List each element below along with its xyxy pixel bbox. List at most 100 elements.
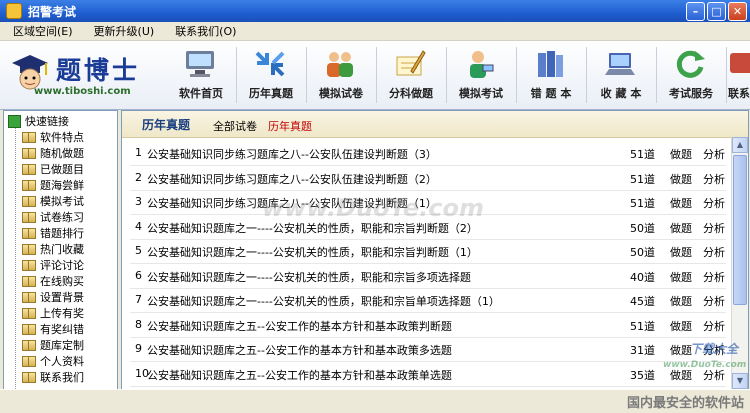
row-count: 31道 — [630, 344, 655, 357]
sidebar-item-label: 软件特点 — [40, 131, 84, 144]
toolbar-home-button[interactable]: 软件首页 — [166, 41, 236, 109]
title-bar: 招警考试 – □ ✕ — [0, 0, 750, 22]
sidebar-item-custom-bank[interactable]: 题库定制 — [22, 337, 84, 353]
table-row: 8 公安基础知识题库之五--公安工作的基本方针和基本政策判断题 51道 做题 分… — [130, 313, 726, 338]
scroll-up-icon[interactable]: ▲ — [732, 137, 748, 153]
row-number: 9 — [135, 342, 142, 355]
exam-list-panel: 历年真题 全部试卷 历年真题 1 公安基础知识同步练习题库之八--公安队伍建设判… — [121, 110, 749, 390]
sidebar-item-sample[interactable]: 题海尝鲜 — [22, 177, 84, 193]
books-icon — [538, 51, 563, 77]
sidebar-item-label: 评论讨论 — [40, 259, 84, 272]
table-row: 10 公安基础知识题库之五--公安工作的基本方针和基本政策单选题 35道 做题 … — [130, 362, 726, 387]
book-icon — [22, 275, 36, 287]
row-count: 45道 — [630, 295, 655, 308]
contact-icon — [730, 53, 750, 73]
row-title: 公安基础知识题库之五--公安工作的基本方针和基本政策多选题 — [147, 344, 452, 357]
toolbar-mock-paper-button[interactable]: 模拟试卷 — [306, 41, 376, 109]
do-exercise-link[interactable]: 做题 — [670, 293, 692, 309]
do-exercise-link[interactable]: 做题 — [670, 367, 692, 383]
sidebar-item-done[interactable]: 已做题目 — [22, 161, 84, 177]
row-count: 40道 — [630, 270, 655, 284]
sidebar-item-hot-favorites[interactable]: 热门收藏 — [22, 241, 84, 257]
book-icon — [22, 243, 36, 255]
sidebar-item-features[interactable]: 软件特点 — [22, 129, 84, 145]
vertical-scrollbar[interactable]: ▲ ▼ — [731, 137, 748, 389]
toolbar-wrong-book-button[interactable]: 错 题 本 — [516, 41, 586, 109]
sidebar-item-buy[interactable]: 在线购买 — [22, 273, 84, 289]
menu-contact[interactable]: 联系我们(O) — [162, 23, 244, 39]
minimize-button[interactable]: – — [686, 2, 705, 21]
row-count: 51道 — [630, 172, 655, 186]
toolbar-wrong-book-label: 错 题 本 — [530, 87, 572, 100]
do-exercise-link[interactable]: 做题 — [670, 244, 692, 260]
maximize-button[interactable]: □ — [707, 2, 726, 21]
sidebar-item-comments[interactable]: 评论讨论 — [22, 257, 84, 273]
row-count: 51道 — [630, 148, 655, 161]
sidebar-item-error-report[interactable]: 有奖纠错 — [22, 321, 84, 337]
sidebar-item-paper-practice[interactable]: 试卷练习 — [22, 209, 84, 225]
row-number: 6 — [135, 268, 142, 282]
sidebar-root-quick-links[interactable]: 快速链接 — [8, 113, 69, 129]
analyze-link[interactable]: 分析 — [703, 244, 725, 260]
person-icon — [470, 51, 494, 78]
row-number: 1 — [135, 146, 142, 159]
row-title: 公安基础知识题库之五--公安工作的基本方针和基本政策判断题 — [147, 319, 452, 333]
scroll-thumb[interactable] — [733, 155, 747, 305]
toolbar-home-label: 软件首页 — [179, 87, 223, 100]
analyze-link[interactable]: 分析 — [703, 293, 725, 309]
close-button[interactable]: ✕ — [728, 2, 747, 21]
sidebar-item-contact[interactable]: 联系我们 — [22, 369, 84, 385]
do-exercise-link[interactable]: 做题 — [670, 342, 692, 358]
analyze-link[interactable]: 分析 — [703, 342, 725, 358]
row-number: 5 — [135, 244, 142, 257]
sidebar-item-upload[interactable]: 上传有奖 — [22, 305, 84, 321]
analyze-link[interactable]: 分析 — [703, 318, 725, 334]
row-count: 50道 — [630, 246, 655, 259]
table-row: 1 公安基础知识同步练习题库之八--公安队伍建设判断题（3） 51道 做题 分析 — [130, 141, 726, 166]
analyze-link[interactable]: 分析 — [703, 146, 725, 162]
analyze-link[interactable]: 分析 — [703, 269, 725, 285]
do-exercise-link[interactable]: 做题 — [670, 171, 692, 187]
toolbar-mock-exam-label: 模拟考试 — [459, 87, 503, 100]
do-exercise-link[interactable]: 做题 — [670, 269, 692, 285]
panel-title: 历年真题 — [142, 118, 191, 132]
analyze-link[interactable]: 分析 — [703, 195, 725, 211]
toolbar-mock-exam-button[interactable]: 模拟考试 — [446, 41, 516, 109]
do-exercise-link[interactable]: 做题 — [670, 220, 692, 236]
analyze-link[interactable]: 分析 — [703, 367, 725, 383]
sidebar-item-label: 个人资料 — [40, 355, 84, 368]
toolbar: 题博士 www.tiboshi.com 软件首页 历年真题 模拟试卷 分科做题 … — [0, 41, 750, 110]
sidebar-item-background[interactable]: 设置背景 — [22, 289, 84, 305]
status-bar: 国内最安全的软件站 — [0, 389, 750, 413]
content-area: 快速链接 软件特点 随机做题 已做题目 题海尝鲜 模拟考试 试卷练习 错题排行 … — [0, 110, 750, 390]
toolbar-past-exams-label: 历年真题 — [249, 87, 293, 100]
all-papers-link[interactable]: 全部试卷 — [213, 118, 257, 134]
scroll-down-icon[interactable]: ▼ — [732, 373, 748, 389]
table-row: 3 公安基础知识同步练习题库之八--公安队伍建设判断题（1） 51道 做题 分析 — [130, 190, 726, 215]
users-icon — [327, 52, 353, 77]
analyze-link[interactable]: 分析 — [703, 171, 725, 187]
toolbar-past-exams-button[interactable]: 历年真题 — [236, 41, 306, 109]
toolbar-exam-service-button[interactable]: 考试服务 — [656, 41, 726, 109]
sidebar-item-wrong-ranking[interactable]: 错题排行 — [22, 225, 84, 241]
menu-update[interactable]: 更新升级(U) — [81, 23, 163, 39]
toolbar-favorites-button[interactable]: 收 藏 本 — [586, 41, 656, 109]
book-icon — [22, 131, 36, 143]
sidebar-item-random[interactable]: 随机做题 — [22, 145, 84, 161]
row-count: 50道 — [630, 221, 655, 235]
do-exercise-link[interactable]: 做题 — [670, 318, 692, 334]
toolbar-contact-button[interactable]: 联系 — [726, 41, 750, 109]
do-exercise-link[interactable]: 做题 — [670, 146, 692, 162]
sidebar-item-profile[interactable]: 个人资料 — [22, 353, 84, 369]
analyze-link[interactable]: 分析 — [703, 220, 725, 236]
pen-paper-icon — [396, 50, 426, 76]
past-exams-link[interactable]: 历年真题 — [268, 118, 312, 134]
sidebar-item-mock-exam[interactable]: 模拟考试 — [22, 193, 84, 209]
sidebar-item-label: 热门收藏 — [40, 243, 84, 256]
arrows-icon — [255, 51, 285, 77]
menu-region-space[interactable]: 区域空间(E) — [0, 23, 81, 39]
book-icon — [22, 323, 36, 335]
do-exercise-link[interactable]: 做题 — [670, 195, 692, 211]
toolbar-subject-practice-button[interactable]: 分科做题 — [376, 41, 446, 109]
book-icon — [22, 291, 36, 303]
